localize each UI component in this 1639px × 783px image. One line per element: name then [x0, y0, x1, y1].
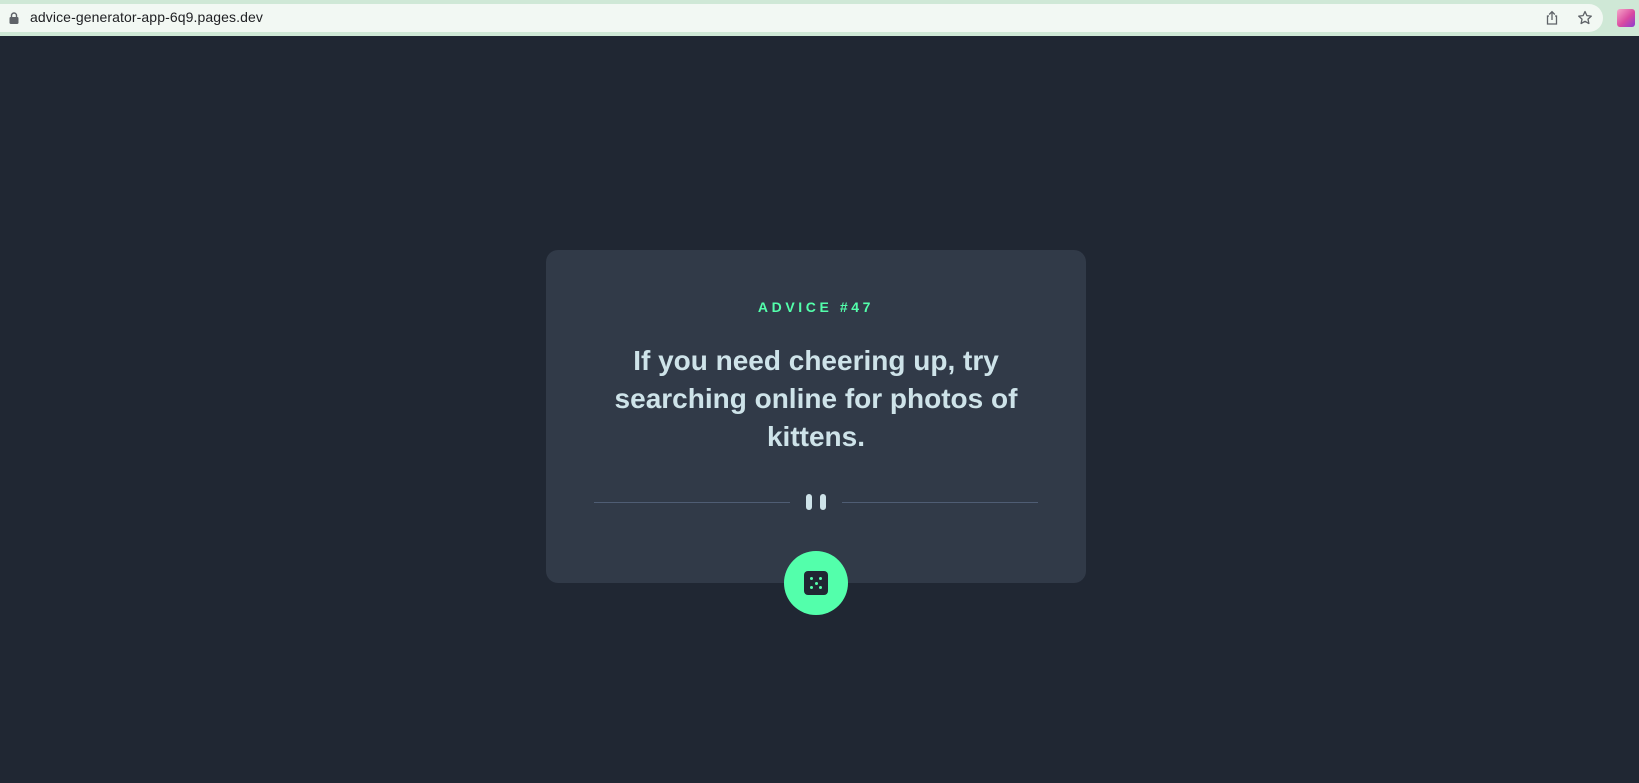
divider-line-right — [842, 502, 1038, 503]
advice-id-label: ADVICE #47 — [757, 299, 875, 315]
lock-icon — [9, 12, 19, 24]
pattern-divider — [594, 494, 1038, 510]
star-icon[interactable] — [1577, 10, 1593, 26]
generate-advice-button[interactable] — [784, 551, 848, 615]
extension-icon[interactable] — [1617, 9, 1635, 27]
divider-line-left — [594, 502, 790, 503]
advice-card: ADVICE #47 If you need cheering up, try … — [546, 250, 1086, 583]
advice-quote: If you need cheering up, try searching o… — [614, 345, 1018, 452]
share-icon[interactable] — [1544, 10, 1560, 26]
browser-toolbar: advice-generator-app-6q9.pages.dev — [0, 0, 1639, 36]
address-bar[interactable]: advice-generator-app-6q9.pages.dev — [0, 4, 1603, 32]
dice-icon — [804, 571, 828, 595]
url-text: advice-generator-app-6q9.pages.dev — [30, 9, 263, 25]
pause-icon — [804, 494, 828, 510]
